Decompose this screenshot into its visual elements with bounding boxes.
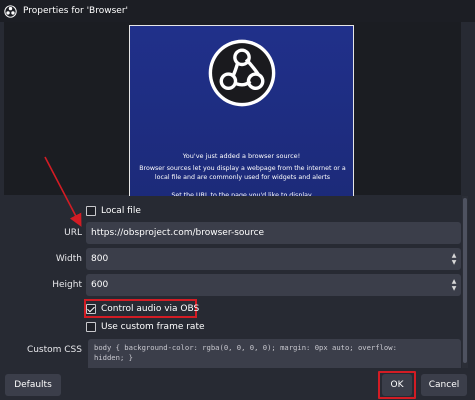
window-title: Properties for 'Browser': [23, 6, 128, 16]
custom-css-line-1: body { background-color: rgba(0, 0, 0, 0…: [94, 343, 397, 352]
width-value: 800: [91, 254, 109, 264]
control-audio-checkbox[interactable]: [86, 304, 96, 314]
custom-css-textarea[interactable]: body { background-color: rgba(0, 0, 0, 0…: [88, 339, 461, 368]
width-spinbox[interactable]: 800 ▲ ▼: [86, 248, 461, 270]
height-value: 600: [91, 280, 109, 290]
control-audio-checkbox-row[interactable]: Control audio via OBS: [86, 301, 199, 317]
preview-card: You've just added a browser source! Brow…: [129, 25, 354, 214]
control-audio-label: Control audio via OBS: [101, 304, 200, 314]
chevron-up-icon[interactable]: ▲: [452, 278, 457, 285]
properties-form: Local file URL https://obsproject.com/br…: [4, 196, 461, 368]
local-file-label: Local file: [101, 206, 141, 216]
preview-heading: You've just added a browser source!: [182, 152, 301, 160]
width-spin-buttons[interactable]: ▲ ▼: [447, 248, 461, 270]
height-label: Height: [52, 280, 82, 290]
url-label: URL: [64, 228, 82, 238]
browser-preview: You've just added a browser source! Brow…: [4, 22, 461, 214]
preview-description: Browser sources let you display a webpag…: [139, 165, 346, 181]
custom-frame-rate-checkbox-row[interactable]: Use custom frame rate: [86, 319, 205, 335]
local-file-checkbox-row[interactable]: Local file: [86, 203, 141, 219]
obs-app-icon: [3, 4, 17, 18]
chevron-down-icon[interactable]: ▼: [452, 285, 457, 292]
custom-css-label: Custom CSS: [26, 345, 82, 355]
scrollbar-thumb[interactable]: [463, 198, 467, 363]
custom-frame-rate-checkbox[interactable]: [86, 322, 96, 332]
cancel-button[interactable]: Cancel: [421, 374, 467, 396]
custom-css-line-2: hidden; }: [94, 353, 133, 362]
url-input[interactable]: https://obsproject.com/browser-source: [86, 222, 461, 244]
form-scrollbar[interactable]: [462, 196, 468, 368]
dialog-button-bar: Defaults OK Cancel: [0, 368, 475, 400]
height-spin-buttons[interactable]: ▲ ▼: [447, 274, 461, 296]
chevron-down-icon[interactable]: ▼: [452, 259, 457, 266]
ok-button[interactable]: OK: [382, 374, 412, 396]
custom-frame-rate-label: Use custom frame rate: [101, 322, 205, 332]
title-bar: Properties for 'Browser': [0, 0, 475, 22]
chevron-up-icon[interactable]: ▲: [452, 252, 457, 259]
url-value: https://obsproject.com/browser-source: [91, 228, 265, 238]
obs-logo-icon: [208, 39, 276, 107]
local-file-checkbox[interactable]: [86, 206, 96, 216]
width-label: Width: [55, 254, 82, 264]
height-spinbox[interactable]: 600 ▲ ▼: [86, 274, 461, 296]
defaults-button[interactable]: Defaults: [5, 374, 61, 396]
